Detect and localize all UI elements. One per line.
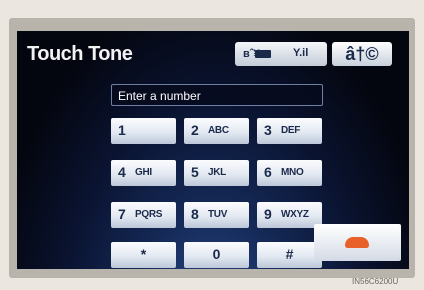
status-indicator: вˆ¥ Y.il xyxy=(235,42,327,66)
key-5[interactable]: 5 JKL xyxy=(184,160,249,186)
key-letters: WXYZ xyxy=(281,209,309,220)
key-digit: 2 xyxy=(191,122,199,138)
key-8[interactable]: 8 TUV xyxy=(184,202,249,228)
key-letters: ABC xyxy=(208,125,229,136)
end-call-button[interactable] xyxy=(314,224,401,261)
key-digit: 4 xyxy=(118,164,126,180)
key-digit: 8 xyxy=(191,206,199,222)
key-hash[interactable]: # xyxy=(257,242,322,268)
key-1[interactable]: 1 xyxy=(111,118,176,144)
key-letters: DEF xyxy=(281,125,301,136)
image-code: IN56C6200U xyxy=(352,277,399,286)
key-4[interactable]: 4 GHI xyxy=(111,160,176,186)
key-digit: 6 xyxy=(264,164,272,180)
key-7[interactable]: 7 PQRS xyxy=(111,202,176,228)
signal-icon: Y.il xyxy=(293,47,309,59)
key-letters: TUV xyxy=(208,209,228,220)
key-6[interactable]: 6 MNO xyxy=(257,160,322,186)
battery-icon xyxy=(255,50,271,58)
key-2[interactable]: 2 ABC xyxy=(184,118,249,144)
touch-tone-screen: Touch Tone вˆ¥ Y.il â†© Enter a number 1… xyxy=(17,31,409,269)
key-digit: 9 xyxy=(264,206,272,222)
key-letters: GHI xyxy=(135,167,152,178)
key-letters: PQRS xyxy=(135,209,163,220)
key-digit: 7 xyxy=(118,206,126,222)
key-digit: 3 xyxy=(264,122,272,138)
key-star[interactable]: * xyxy=(111,242,176,268)
number-entry-field[interactable]: Enter a number xyxy=(111,84,323,106)
end-call-icon xyxy=(345,237,369,248)
key-digit: * xyxy=(140,246,147,262)
key-digit: 0 xyxy=(212,246,221,262)
back-arrow-icon: â†© xyxy=(345,44,379,64)
page-title: Touch Tone xyxy=(27,43,133,65)
key-9[interactable]: 9 WXYZ xyxy=(257,202,322,228)
key-0[interactable]: 0 xyxy=(184,242,249,268)
key-digit: 1 xyxy=(118,122,126,138)
key-digit: # xyxy=(285,246,294,262)
key-letters: JKL xyxy=(208,167,226,178)
key-3[interactable]: 3 DEF xyxy=(257,118,322,144)
key-letters: MNO xyxy=(281,167,304,178)
back-button[interactable]: â†© xyxy=(332,42,392,66)
key-digit: 5 xyxy=(191,164,199,180)
